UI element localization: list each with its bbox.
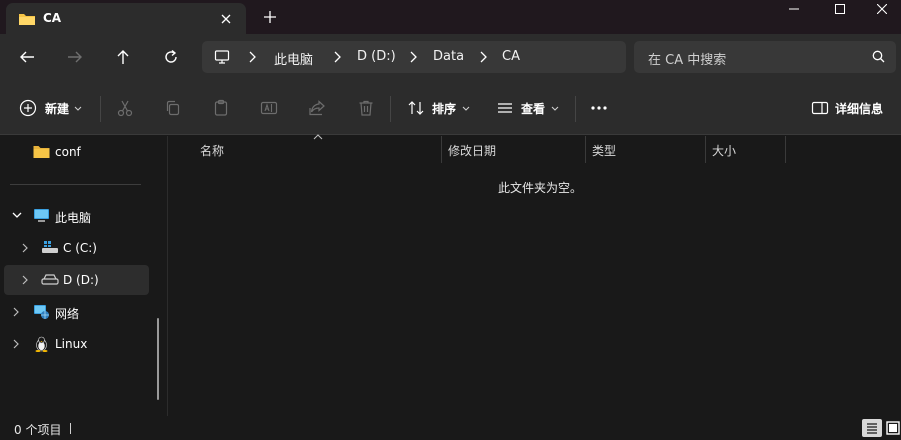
sidebar-label: Linux — [55, 337, 88, 351]
sort-icon — [407, 99, 425, 117]
new-label: 新建 — [45, 101, 70, 116]
linux-icon — [34, 336, 49, 352]
search-icon — [872, 50, 885, 63]
folder-icon — [18, 11, 36, 27]
column-divider[interactable] — [785, 136, 786, 163]
monitor-icon[interactable] — [214, 49, 230, 65]
sidebar-scrollbar[interactable] — [157, 318, 159, 400]
status-bar: 0 个项目 — [0, 416, 901, 440]
tab-title: CA — [43, 11, 62, 25]
chevron-down-icon — [462, 106, 470, 111]
sidebar-label: conf — [55, 145, 81, 159]
column-divider[interactable] — [585, 136, 586, 163]
more-options-icon[interactable] — [589, 99, 609, 117]
chevron-down-icon[interactable] — [12, 211, 22, 219]
file-list — [169, 136, 901, 416]
address-bar[interactable]: 此电脑 D (D:) Data CA — [202, 41, 626, 73]
sidebar-label: 网络 — [55, 307, 80, 321]
chevron-right-icon[interactable] — [409, 51, 417, 63]
new-button[interactable]: 新建 — [19, 99, 82, 117]
column-divider[interactable] — [441, 136, 442, 163]
sidebar-item-conf[interactable]: conf — [4, 137, 149, 167]
plus-circle-icon — [19, 99, 37, 117]
search-input[interactable]: 在 CA 中搜索 — [634, 41, 896, 73]
column-divider[interactable] — [705, 136, 706, 163]
sidebar-item-network[interactable]: 网络 — [4, 297, 149, 327]
sort-button[interactable]: 排序 — [407, 99, 470, 117]
chevron-right-icon[interactable] — [21, 243, 29, 253]
breadcrumb-d-drive[interactable]: D (D:) — [357, 49, 396, 64]
paste-icon[interactable] — [212, 99, 230, 117]
search-placeholder: 在 CA 中搜索 — [648, 53, 727, 68]
folder-icon — [33, 144, 50, 159]
chevron-right-icon[interactable] — [333, 51, 341, 63]
view-lines-icon — [496, 99, 514, 117]
cut-icon[interactable] — [116, 99, 134, 117]
toolbar-divider — [575, 96, 576, 122]
column-header-type[interactable]: 类型 — [592, 142, 616, 159]
details-view-button[interactable] — [862, 419, 882, 437]
forward-button[interactable] — [64, 46, 86, 68]
drive-d-icon — [41, 272, 59, 287]
chevron-right-icon[interactable] — [12, 339, 20, 349]
sidebar-item-linux[interactable]: Linux — [4, 329, 149, 359]
breadcrumb-ca[interactable]: CA — [502, 49, 520, 64]
status-divider — [70, 423, 71, 434]
breadcrumb-data[interactable]: Data — [433, 49, 464, 64]
back-button[interactable] — [16, 46, 38, 68]
share-icon[interactable] — [308, 99, 326, 117]
toolbar-divider — [390, 96, 391, 122]
maximize-button[interactable] — [817, 0, 863, 18]
computer-icon — [33, 208, 50, 224]
copy-icon[interactable] — [164, 99, 182, 117]
chevron-right-icon[interactable] — [479, 51, 487, 63]
sort-label: 排序 — [432, 101, 457, 116]
network-icon — [33, 304, 50, 320]
new-tab-button[interactable] — [262, 9, 278, 25]
tab-ca[interactable]: CA — [6, 3, 246, 34]
sidebar-item-this-pc[interactable]: 此电脑 — [4, 201, 149, 231]
sidebar-item-d-drive[interactable]: D (D:) — [4, 265, 149, 295]
details-label: 详细信息 — [835, 101, 884, 116]
chevron-right-icon[interactable] — [21, 275, 29, 285]
up-button[interactable] — [112, 46, 134, 68]
chevron-down-icon — [551, 106, 559, 111]
details-pane-button[interactable]: 详细信息 — [811, 99, 883, 117]
view-button[interactable]: 查看 — [496, 99, 559, 117]
drive-c-icon — [41, 240, 59, 255]
chevron-down-icon — [74, 106, 82, 111]
toolbar-divider — [100, 96, 101, 122]
sort-caret-icon — [313, 134, 323, 140]
close-window-button[interactable] — [863, 0, 901, 18]
sidebar-label: C (C:) — [63, 241, 97, 255]
item-count: 0 个项目 — [14, 423, 62, 437]
close-tab-icon[interactable] — [218, 11, 234, 27]
column-header-size[interactable]: 大小 — [712, 142, 736, 159]
minimize-button[interactable] — [771, 0, 817, 18]
empty-folder-message: 此文件夹为空。 — [498, 181, 583, 195]
delete-icon[interactable] — [357, 99, 375, 117]
column-header-modified[interactable]: 修改日期 — [448, 142, 496, 159]
refresh-button[interactable] — [160, 46, 182, 68]
sidebar-divider — [10, 184, 141, 185]
tiles-view-button[interactable] — [883, 419, 901, 437]
chevron-right-icon[interactable] — [12, 307, 20, 317]
sidebar-item-c-drive[interactable]: C (C:) — [4, 233, 149, 263]
rename-icon[interactable] — [260, 99, 278, 117]
view-label: 查看 — [521, 101, 546, 116]
chevron-right-icon[interactable] — [248, 51, 256, 63]
sidebar-label: D (D:) — [63, 273, 99, 287]
details-pane-icon — [811, 99, 829, 117]
column-header-name[interactable]: 名称 — [200, 142, 224, 159]
breadcrumb-this-pc[interactable]: 此电脑 — [274, 49, 313, 68]
sidebar-label: 此电脑 — [55, 211, 92, 225]
